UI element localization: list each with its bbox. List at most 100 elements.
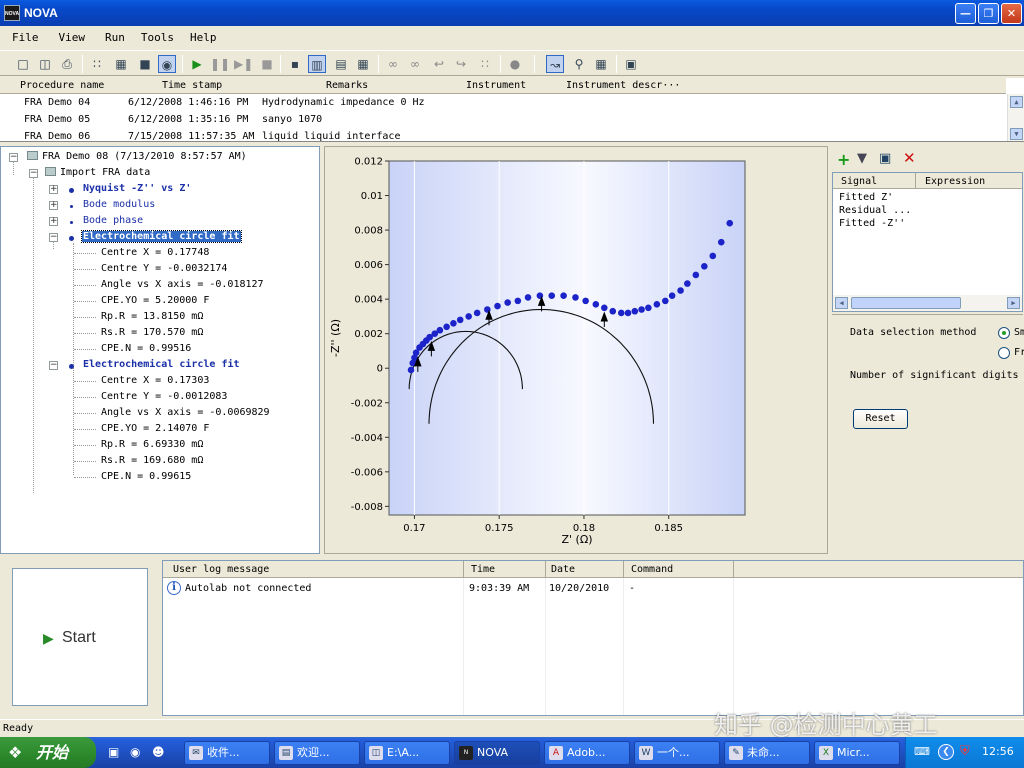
radio-option-1[interactable] xyxy=(998,327,1010,339)
col-remarks[interactable]: Remarks xyxy=(326,80,368,91)
pause-icon[interactable]: ❚❚ xyxy=(210,55,230,73)
procedure-row[interactable]: FRA Demo 06 7/15/2008 11:57:35 AM liquid… xyxy=(0,129,1006,141)
new-file-icon[interactable]: □ xyxy=(14,55,32,73)
unlink-icon[interactable]: ∞ xyxy=(406,55,424,73)
radio-option-2[interactable] xyxy=(998,347,1010,359)
col-instrument-description[interactable]: Instrument descr··· xyxy=(566,80,680,91)
task-adobe[interactable]: A Adob... xyxy=(544,741,630,765)
stop-icon[interactable]: ■ xyxy=(258,55,276,73)
reset-button[interactable]: Reset xyxy=(853,409,908,429)
stop-square-icon[interactable]: ■ xyxy=(136,55,154,73)
print-icon[interactable]: ⎙ xyxy=(58,55,76,73)
zoom-icon[interactable]: ⚲ xyxy=(570,55,588,73)
data-point xyxy=(609,307,617,315)
collapse-root-icon[interactable]: − xyxy=(9,153,18,162)
scroll-down-icon[interactable]: ▼ xyxy=(1010,128,1023,140)
menu-view[interactable]: View xyxy=(59,28,86,48)
task-paint[interactable]: ✎ 未命... xyxy=(724,741,810,765)
filter-icon[interactable]: ▼ xyxy=(857,151,867,166)
import-icon[interactable]: ↩ xyxy=(430,55,448,73)
col-instrument[interactable]: Instrument xyxy=(466,80,526,91)
signal-row[interactable]: Fitted Z' xyxy=(839,192,893,203)
windows-start-button[interactable]: ❖ 开始 xyxy=(0,737,96,768)
scroll-left-icon[interactable]: ◀ xyxy=(835,297,848,309)
task-word[interactable]: W 一个... xyxy=(634,741,720,765)
network-icon[interactable]: ∷ xyxy=(476,55,494,73)
col-log-time[interactable]: Time xyxy=(471,564,495,575)
task-mail[interactable]: ✉ 收件... xyxy=(184,741,270,765)
restore-button[interactable]: ❐ xyxy=(978,3,999,24)
expand-nyquist-icon[interactable]: + xyxy=(49,185,58,194)
procedure-row[interactable]: FRA Demo 05 6/12/2008 1:35:16 PM sanyo 1… xyxy=(0,112,1006,129)
col-log-command[interactable]: Command xyxy=(631,564,673,575)
data-point xyxy=(572,294,579,301)
collapse-fit2-icon[interactable]: − xyxy=(49,361,58,370)
signal-hscrollbar[interactable]: ◀ ▶ xyxy=(833,295,1022,311)
quicklaunch-icon[interactable]: ▣ xyxy=(108,745,119,759)
task-nova[interactable]: N NOVA xyxy=(454,741,540,765)
tray-expand-icon[interactable]: ❮ xyxy=(938,744,954,760)
add-signal-icon[interactable]: + xyxy=(837,150,850,169)
security-shield-icon[interactable]: ⛨ xyxy=(960,744,970,759)
tree-item-circle-fit-2[interactable]: Electrochemical circle fit xyxy=(83,357,240,373)
col-signal[interactable]: Signal xyxy=(841,176,877,187)
menu-help[interactable]: Help xyxy=(190,28,217,48)
collapse-import-icon[interactable]: − xyxy=(29,169,38,178)
tree-item-bode-modulus[interactable]: Bode modulus xyxy=(83,197,155,213)
col-procedure-name[interactable]: Procedure name xyxy=(20,80,104,91)
tree-root[interactable]: FRA Demo 08 (7/13/2010 8:57:57 AM) xyxy=(27,149,247,165)
plot-icon[interactable]: ↝ xyxy=(546,55,564,73)
task-excel[interactable]: X Micr... xyxy=(814,741,900,765)
procedure-scrollbar[interactable]: ▲ ▼ xyxy=(1007,94,1024,141)
task-welcome[interactable]: ▤ 欢迎... xyxy=(274,741,360,765)
minimize-button[interactable]: — xyxy=(955,3,976,24)
tree-item-nyquist[interactable]: Nyquist -Z'' vs Z' xyxy=(83,181,191,197)
collapse-fit1-icon[interactable]: − xyxy=(49,233,58,242)
split-view-icon[interactable]: ▥ xyxy=(308,55,326,73)
open-file-icon[interactable]: ◫ xyxy=(36,55,54,73)
export-icon[interactable]: ↪ xyxy=(452,55,470,73)
signal-view-icon[interactable]: ▣ xyxy=(879,151,891,166)
y-tick-label: -0.006 xyxy=(351,467,383,478)
record-icon[interactable]: ◉ xyxy=(158,55,176,73)
tree-item-bode-phase[interactable]: Bode phase xyxy=(83,213,143,229)
signal-row[interactable]: Fitted -Z'' xyxy=(839,218,905,229)
data-point xyxy=(504,299,511,306)
scroll-up-icon[interactable]: ▲ xyxy=(1010,96,1023,108)
col-time-stamp[interactable]: Time stamp xyxy=(162,80,222,91)
table-icon[interactable]: ▦ xyxy=(592,55,610,73)
expand-bode-modulus-icon[interactable]: + xyxy=(49,201,58,210)
cut-icon[interactable]: ∷ xyxy=(88,55,106,73)
scroll-right-icon[interactable]: ▶ xyxy=(1007,297,1020,309)
delete-signal-icon[interactable]: ✕ xyxy=(903,149,916,167)
tree-import-data[interactable]: Import FRA data xyxy=(45,165,150,181)
start-button[interactable]: ▶ Start xyxy=(12,568,148,706)
browser-icon[interactable]: ◉ xyxy=(130,745,140,759)
tree-item-circle-fit-1[interactable]: Electrochemical circle fit xyxy=(81,229,242,245)
menu-tools[interactable]: Tools xyxy=(141,28,174,48)
grid-view-icon[interactable]: ▦ xyxy=(354,55,372,73)
task-explorer[interactable]: ◫ E:\A... xyxy=(364,741,450,765)
keyboard-icon[interactable]: ⌨ xyxy=(914,745,930,758)
col-log-date[interactable]: Date xyxy=(551,564,575,575)
play-icon[interactable]: ▶ xyxy=(188,55,206,73)
properties-icon[interactable]: ▦ xyxy=(112,55,130,73)
list-view-icon[interactable]: ▤ xyxy=(332,55,350,73)
lock-save-icon[interactable]: ▣ xyxy=(622,55,640,73)
single-view-icon[interactable]: ▪ xyxy=(286,55,304,73)
signal-row[interactable]: Residual ... xyxy=(839,205,911,216)
messenger-icon[interactable]: ☻ xyxy=(152,745,165,759)
col-expression[interactable]: Expression xyxy=(925,176,985,187)
menu-run[interactable]: Run xyxy=(105,28,125,48)
nyquist-plot[interactable]: 0.17 0.175 0.18 0.1850.0120.010.0080.0060.0… xyxy=(325,147,829,555)
col-log-message[interactable]: User log message xyxy=(173,564,269,575)
menu-file[interactable]: File xyxy=(12,28,39,48)
close-button[interactable]: ✕ xyxy=(1001,3,1022,24)
expand-bode-phase-icon[interactable]: + xyxy=(49,217,58,226)
procedure-row[interactable]: FRA Demo 04 6/12/2008 1:46:16 PM Hydrody… xyxy=(0,95,1006,112)
data-point xyxy=(560,292,567,299)
scroll-thumb[interactable] xyxy=(851,297,961,309)
skip-icon[interactable]: ▶❚ xyxy=(234,55,253,73)
options-dropdown-icon[interactable]: ● xyxy=(506,55,524,73)
link-icon[interactable]: ∞ xyxy=(384,55,402,73)
